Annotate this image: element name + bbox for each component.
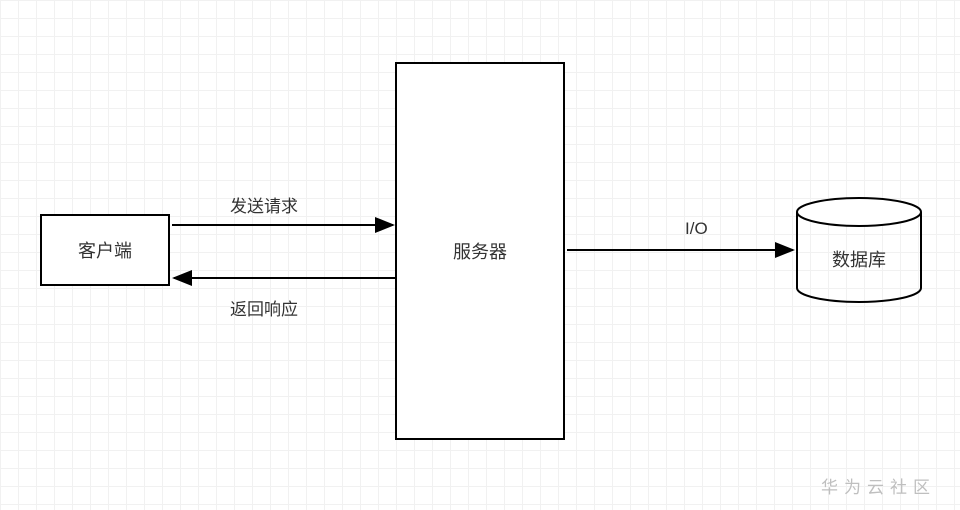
client-label: 客户端 <box>78 237 132 263</box>
request-label: 发送请求 <box>230 192 298 217</box>
server-label: 服务器 <box>453 238 507 264</box>
response-label: 返回响应 <box>230 295 298 320</box>
database-label: 数据库 <box>795 246 923 272</box>
io-label: I/O <box>685 219 708 239</box>
watermark: 华为云社区 <box>821 473 936 498</box>
client-node: 客户端 <box>40 214 170 286</box>
server-node: 服务器 <box>395 62 565 440</box>
database-node: 数据库 <box>795 196 923 304</box>
